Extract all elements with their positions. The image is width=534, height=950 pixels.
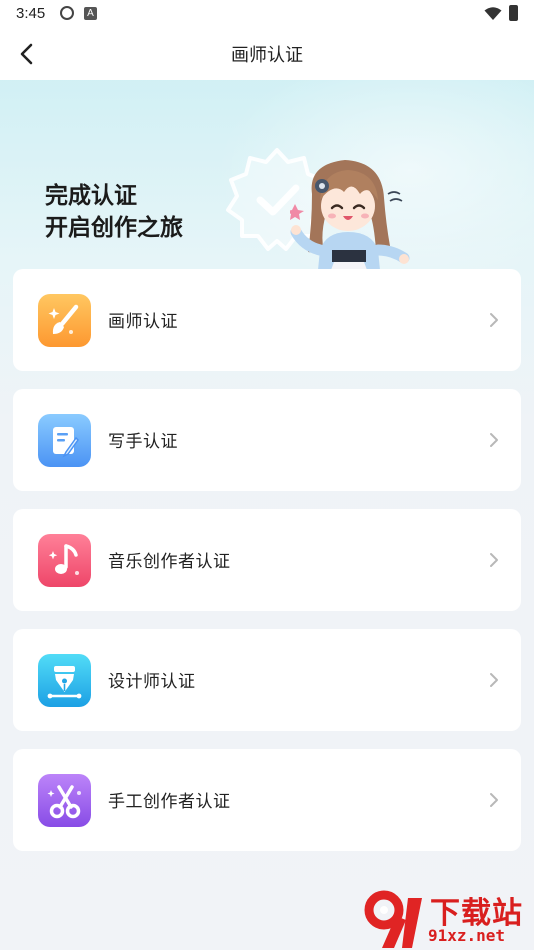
brush-sparkle-icon bbox=[38, 294, 91, 347]
list-item-painter-verification[interactable]: 画师认证 bbox=[13, 269, 521, 371]
notepad-pen-icon bbox=[38, 414, 91, 467]
battery-icon bbox=[509, 5, 518, 21]
mascot-illustration bbox=[290, 160, 410, 278]
pen-nib-icon bbox=[38, 654, 91, 707]
list-item-label: 手工创作者认证 bbox=[108, 792, 231, 812]
status-time: 3:45 bbox=[16, 5, 46, 22]
chevron-right-icon bbox=[490, 433, 498, 447]
list-item-label: 设计师认证 bbox=[108, 672, 196, 692]
list-item-label: 画师认证 bbox=[108, 312, 178, 332]
list-item-writer-verification[interactable]: 写手认证 bbox=[13, 389, 521, 491]
list-item-label: 写手认证 bbox=[108, 432, 178, 452]
watermark-domain: 91xz.net bbox=[428, 926, 506, 945]
chevron-right-icon bbox=[490, 793, 498, 807]
watermark-logo-icon bbox=[364, 890, 422, 948]
list-item-label: 音乐创作者认证 bbox=[108, 552, 231, 572]
wifi-icon bbox=[484, 7, 502, 20]
watermark: 下载站 91xz.net bbox=[362, 886, 534, 950]
banner-title: 完成认证 bbox=[45, 183, 137, 209]
chevron-right-icon bbox=[490, 673, 498, 687]
status-bar: 3:45 A bbox=[0, 0, 534, 28]
list-item-craft-creator-verification[interactable]: 手工创作者认证 bbox=[13, 749, 521, 851]
list-item-designer-verification[interactable]: 设计师认证 bbox=[13, 629, 521, 731]
sync-icon bbox=[60, 6, 74, 20]
chevron-right-icon bbox=[490, 313, 498, 327]
header: 画师认证 bbox=[0, 28, 534, 80]
list-item-music-creator-verification[interactable]: 音乐创作者认证 bbox=[13, 509, 521, 611]
chevron-right-icon bbox=[490, 553, 498, 567]
page-title: 画师认证 bbox=[231, 45, 303, 66]
scissors-icon bbox=[38, 774, 91, 827]
banner-subtitle: 开启创作之旅 bbox=[45, 215, 183, 241]
music-note-icon bbox=[38, 534, 91, 587]
banner: 完成认证 开启创作之旅 bbox=[0, 80, 534, 280]
accessibility-icon: A bbox=[84, 7, 97, 20]
